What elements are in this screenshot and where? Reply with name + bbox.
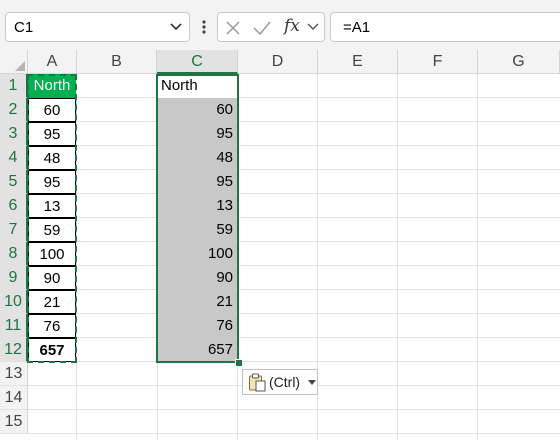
- cell-c2[interactable]: 60: [157, 98, 237, 122]
- clipboard-icon: [249, 373, 266, 392]
- cell-c11[interactable]: 76: [157, 314, 237, 338]
- formula-value: =A1: [343, 19, 371, 36]
- fill-handle[interactable]: [235, 359, 243, 367]
- column-header-f[interactable]: F: [398, 50, 478, 74]
- cell-c12[interactable]: 657: [157, 338, 237, 362]
- more-options-icon[interactable]: [198, 12, 210, 42]
- row-header-5[interactable]: 5: [0, 170, 28, 194]
- gridline: [28, 361, 560, 362]
- column-header-c[interactable]: C: [157, 50, 238, 74]
- gridline: [28, 265, 560, 266]
- cell-a11[interactable]: 76: [28, 314, 76, 338]
- gridline: [28, 337, 560, 338]
- cell-a12[interactable]: 657: [28, 338, 76, 362]
- cell-a1[interactable]: North: [28, 74, 76, 98]
- gridline: [28, 289, 560, 290]
- row-header-14[interactable]: 14: [0, 386, 28, 410]
- row-header-4[interactable]: 4: [0, 146, 28, 170]
- row-header-13[interactable]: 13: [0, 362, 28, 386]
- cell-c5[interactable]: 95: [157, 170, 237, 194]
- row-header-8[interactable]: 8: [0, 242, 28, 266]
- column-header-e[interactable]: E: [318, 50, 398, 74]
- gridline: [28, 241, 560, 242]
- row-header-10[interactable]: 10: [0, 290, 28, 314]
- cell-c3[interactable]: 95: [157, 122, 237, 146]
- cell-c6[interactable]: 13: [157, 194, 237, 218]
- gridline: [28, 313, 560, 314]
- cell-a2[interactable]: 60: [28, 98, 76, 122]
- gridline: [28, 97, 560, 98]
- column-header-g[interactable]: G: [478, 50, 560, 74]
- row-header-2[interactable]: 2: [0, 98, 28, 122]
- cell-c1[interactable]: North: [157, 74, 237, 98]
- column-header-b[interactable]: B: [77, 50, 157, 74]
- cell-a10[interactable]: 21: [28, 290, 76, 314]
- cell-c10[interactable]: 21: [157, 290, 237, 314]
- cell-c7[interactable]: 59: [157, 218, 237, 242]
- enter-check-icon[interactable]: [252, 19, 272, 37]
- row-header-11[interactable]: 11: [0, 314, 28, 338]
- gridline: [28, 433, 560, 434]
- gridline: [28, 217, 560, 218]
- cell-c9[interactable]: 90: [157, 266, 237, 290]
- row-header-1[interactable]: 1: [0, 74, 28, 98]
- cell-c8[interactable]: 100: [157, 242, 237, 266]
- column-header-d[interactable]: D: [238, 50, 318, 74]
- column-header-a[interactable]: A: [28, 50, 77, 74]
- row-header-6[interactable]: 6: [0, 194, 28, 218]
- row-header-7[interactable]: 7: [0, 218, 28, 242]
- name-box-value: C1: [14, 19, 34, 36]
- formula-buttons: fx: [217, 12, 325, 42]
- gridline: [28, 409, 560, 410]
- cell-a7[interactable]: 59: [28, 218, 76, 242]
- formula-input[interactable]: =A1: [330, 12, 560, 42]
- name-box[interactable]: C1: [5, 12, 190, 42]
- formula-bar-area: C1 fx =A1: [0, 0, 560, 50]
- gridline: [28, 169, 560, 170]
- cell-a9[interactable]: 90: [28, 266, 76, 290]
- cell-c4[interactable]: 48: [157, 146, 237, 170]
- select-all-triangle-icon: [15, 61, 25, 71]
- cancel-icon[interactable]: [224, 19, 242, 37]
- chevron-down-icon[interactable]: [169, 19, 183, 33]
- insert-function-button[interactable]: fx: [284, 16, 300, 36]
- row-header-15[interactable]: 15: [0, 410, 28, 434]
- row-header-12[interactable]: 12: [0, 338, 28, 362]
- cell-a3[interactable]: 95: [28, 122, 76, 146]
- paste-options-label: (Ctrl): [269, 374, 301, 390]
- cell-a5[interactable]: 95: [28, 170, 76, 194]
- row-header-9[interactable]: 9: [0, 266, 28, 290]
- caret-down-icon: [308, 380, 316, 385]
- gridline: [28, 145, 560, 146]
- row-header-3[interactable]: 3: [0, 122, 28, 146]
- cell-a6[interactable]: 13: [28, 194, 76, 218]
- gridline: [28, 121, 560, 122]
- cell-a4[interactable]: 48: [28, 146, 76, 170]
- gridline: [28, 193, 560, 194]
- select-all-corner[interactable]: [0, 50, 28, 74]
- paste-options-button[interactable]: (Ctrl): [242, 369, 318, 395]
- chevron-down-icon[interactable]: [306, 21, 320, 33]
- cell-a8[interactable]: 100: [28, 242, 76, 266]
